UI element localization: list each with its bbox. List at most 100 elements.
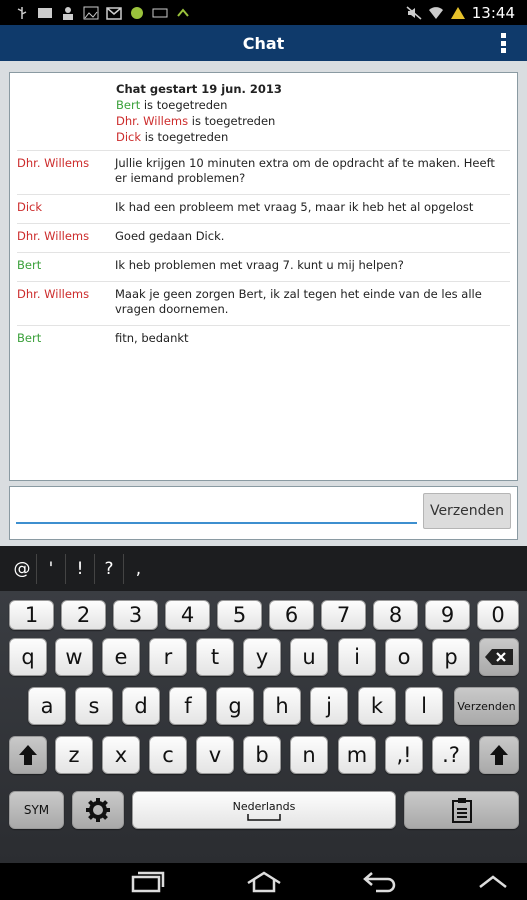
key-v[interactable]: v (196, 736, 234, 774)
status-time: 13:44 (471, 3, 515, 22)
composer: Verzenden (9, 486, 518, 540)
key-d[interactable]: d (122, 687, 160, 725)
key-0[interactable]: 0 (477, 600, 519, 630)
backspace-icon (485, 649, 513, 665)
key-q[interactable]: q (9, 638, 47, 676)
android-icon (131, 6, 143, 19)
shift-key-right[interactable] (479, 736, 519, 774)
suggestion-bar: @ ' ! ? , (0, 546, 527, 591)
message-row: Bert fitn, bedankt (17, 325, 510, 354)
clipboard-key[interactable] (404, 791, 519, 829)
shift-key[interactable] (9, 736, 47, 774)
key-9[interactable]: 9 (425, 600, 470, 630)
message-text: Goed gedaan Dick. (115, 229, 225, 243)
key-n[interactable]: n (290, 736, 328, 774)
message-sender: Dick (17, 200, 43, 214)
key-a[interactable]: a (28, 687, 66, 725)
image-icon (83, 6, 99, 19)
action-bar: Chat (0, 25, 527, 61)
joined-text: is toegetreden (143, 98, 228, 112)
message-row: Dhr. Willems Goed gedaan Dick. (17, 223, 510, 252)
joined-name: Dick (116, 130, 142, 144)
message-text: Ik had een probleem met vraag 5, maar ik… (115, 200, 474, 214)
chat-log[interactable]: Chat gestart 19 jun. 2013 Bert is toeget… (9, 72, 518, 481)
sync-icon (177, 7, 189, 17)
key-o[interactable]: o (385, 638, 423, 676)
key-3[interactable]: 3 (113, 600, 158, 630)
message-text: Maak je geen zorgen Bert, ik zal tegen h… (115, 287, 482, 316)
key-comma[interactable]: ,! (385, 736, 423, 774)
status-bar: 13:44 (0, 0, 527, 25)
back-icon[interactable] (362, 871, 396, 893)
message-row: Dhr. Willems Jullie krijgen 10 minuten e… (17, 150, 510, 194)
battery-icon (450, 6, 465, 19)
key-w[interactable]: w (55, 638, 93, 676)
suggestion-key[interactable]: ' (37, 553, 66, 584)
mail-notification-icon (38, 7, 52, 18)
key-x[interactable]: x (102, 736, 140, 774)
key-5[interactable]: 5 (217, 600, 262, 630)
key-6[interactable]: 6 (269, 600, 314, 630)
backspace-key[interactable] (479, 638, 519, 676)
chat-area: Chat gestart 19 jun. 2013 Bert is toeget… (0, 61, 527, 545)
key-s[interactable]: s (75, 687, 113, 725)
key-8[interactable]: 8 (373, 600, 418, 630)
message-sender: Dhr. Willems (17, 229, 90, 243)
message-sender: Dhr. Willems (17, 287, 90, 301)
enter-key[interactable]: Verzenden (454, 687, 519, 725)
page-title: Chat (242, 33, 285, 53)
suggestion-key[interactable]: ? (95, 553, 124, 584)
space-key[interactable]: Nederlands (132, 791, 396, 829)
key-h[interactable]: h (263, 687, 301, 725)
key-z[interactable]: z (55, 736, 93, 774)
key-4[interactable]: 4 (165, 600, 210, 630)
keyboard-icon (152, 8, 168, 17)
suggestion-key[interactable]: @ (8, 553, 37, 584)
shift-icon (19, 745, 37, 765)
message-sender: Dhr. Willems (17, 156, 90, 170)
key-2[interactable]: 2 (61, 600, 106, 630)
suggestion-key[interactable]: , (124, 554, 153, 584)
suggestion-key[interactable]: ! (66, 553, 95, 584)
key-p[interactable]: p (432, 638, 470, 676)
gmail-icon (106, 6, 122, 20)
message-row: Dick Ik had een probleem met vraag 5, ma… (17, 194, 510, 223)
key-1[interactable]: 1 (9, 600, 54, 630)
message-text: Jullie krijgen 10 minuten extra om de op… (115, 156, 495, 185)
key-l[interactable]: l (405, 687, 443, 725)
message-sender: Bert (17, 258, 42, 272)
usb-icon (17, 6, 27, 19)
key-t[interactable]: t (196, 638, 234, 676)
key-i[interactable]: i (338, 638, 376, 676)
recent-apps-icon[interactable] (131, 871, 165, 893)
key-b[interactable]: b (243, 736, 281, 774)
key-c[interactable]: c (149, 736, 187, 774)
space-key-label: Nederlands (232, 799, 296, 813)
navigation-bar (0, 863, 527, 900)
hide-keyboard-icon[interactable] (478, 871, 508, 893)
key-j[interactable]: j (310, 687, 348, 725)
settings-key[interactable] (72, 791, 124, 829)
joined-line: Dick is toegetreden (116, 129, 517, 145)
joined-text: is toegetreden (144, 130, 229, 144)
key-f[interactable]: f (169, 687, 207, 725)
key-u[interactable]: u (290, 638, 328, 676)
wifi-icon (428, 6, 443, 19)
key-y[interactable]: y (243, 638, 281, 676)
message-sender: Bert (17, 331, 42, 345)
message-text: fitn, bedankt (115, 331, 189, 345)
key-period[interactable]: .? (432, 736, 470, 774)
sym-key[interactable]: SYM (9, 791, 64, 829)
key-e[interactable]: e (102, 638, 140, 676)
key-r[interactable]: r (149, 638, 187, 676)
key-m[interactable]: m (338, 736, 376, 774)
key-k[interactable]: k (358, 687, 396, 725)
key-7[interactable]: 7 (321, 600, 366, 630)
mute-icon (406, 5, 422, 20)
send-button[interactable]: Verzenden (423, 493, 511, 529)
home-icon[interactable] (246, 871, 282, 893)
overflow-menu-icon[interactable] (501, 33, 507, 53)
message-input[interactable] (16, 494, 417, 524)
key-g[interactable]: g (216, 687, 254, 725)
chat-started-label: Chat gestart 19 jun. 2013 (116, 82, 282, 96)
